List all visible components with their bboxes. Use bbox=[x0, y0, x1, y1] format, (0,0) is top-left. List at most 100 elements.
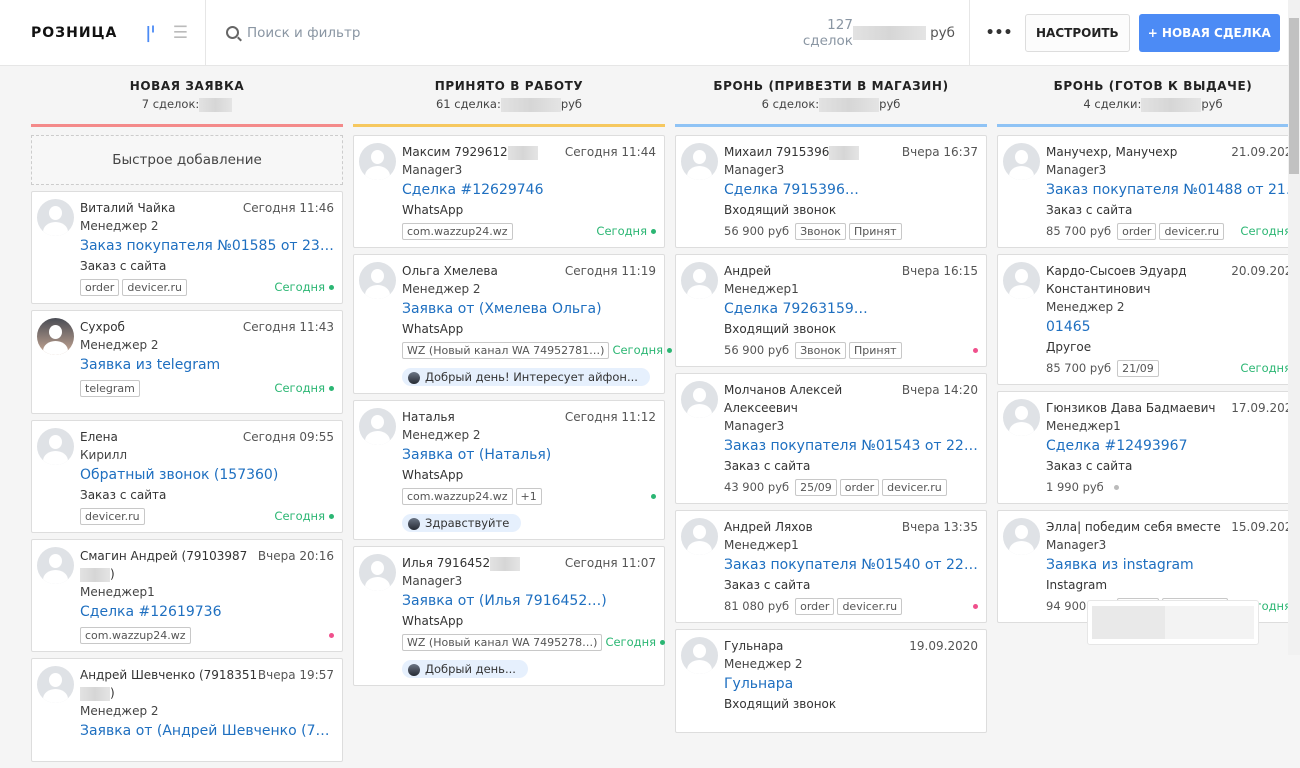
deal-card[interactable]: Андрей Ляхов Вчера 13:35 Менеджер1 Заказ по… bbox=[675, 510, 987, 623]
task-status[interactable]: Сегодня bbox=[612, 343, 673, 357]
contact-name[interactable]: Кардо-Сысоев Эдуард Константинович bbox=[1046, 262, 1231, 298]
tag[interactable]: WZ (Новый канал WA 74952781…) bbox=[402, 341, 610, 359]
tag[interactable]: order bbox=[795, 597, 835, 615]
new-deal-button[interactable]: + НОВАЯ СДЕЛКА bbox=[1138, 13, 1280, 52]
deal-title-link[interactable]: Заявка из instagram bbox=[1046, 554, 1300, 576]
contact-name[interactable]: Гюнзиков Дава Бадмаевич bbox=[1046, 399, 1216, 417]
tag[interactable]: 21/09 bbox=[1117, 359, 1159, 377]
deal-card[interactable]: Молчанов Алексей Алексеевич Вчера 14:20 Ma… bbox=[675, 373, 987, 504]
deal-title-link[interactable]: 01465 bbox=[1046, 316, 1300, 338]
contact-name[interactable]: Максим 7929612 bbox=[402, 143, 538, 161]
deal-card[interactable]: Елена Сегодня 09:55 Кирилл Обратный звонок … bbox=[31, 420, 343, 533]
task-status[interactable]: Сегодня bbox=[596, 224, 656, 238]
tag[interactable]: com.wazzup24.wz bbox=[402, 222, 513, 240]
deal-card[interactable]: Михаил 7915396 Вчера 16:37 Manager3 Сделка … bbox=[675, 135, 987, 248]
deal-card[interactable]: Ольга Хмелева Сегодня 11:19 Менеджер 2 Заяв… bbox=[353, 254, 673, 394]
task-status[interactable]: Сегодня bbox=[605, 635, 666, 649]
list-view-icon[interactable]: ☰ bbox=[173, 23, 188, 43]
tag[interactable]: order bbox=[839, 478, 880, 496]
deal-card[interactable]: Сухроб Сегодня 11:43 Менеджер 2 Заявка из t… bbox=[31, 310, 343, 414]
scrollbar[interactable] bbox=[1288, 0, 1300, 655]
search-input[interactable]: Поиск и фильтр bbox=[206, 25, 774, 41]
contact-name[interactable]: Манучехр, Манучехр bbox=[1046, 143, 1177, 161]
deal-card[interactable]: Виталий Чайка Сегодня 11:46 Менеджер 2 Зака… bbox=[31, 191, 343, 304]
tag[interactable]: devicer.ru bbox=[837, 597, 903, 615]
setup-button[interactable]: НАСТРОИТЬ bbox=[1025, 13, 1130, 52]
deal-title-link[interactable]: Заказ покупателя №01585 от 23.09.2020 bbox=[80, 235, 334, 257]
contact-name[interactable]: Виталий Чайка bbox=[80, 199, 175, 217]
scrollbar-thumb[interactable] bbox=[1289, 18, 1299, 174]
deal-title-link[interactable]: Заявка от (Илья 7916452…) bbox=[402, 590, 656, 612]
task-status[interactable] bbox=[969, 599, 978, 613]
deal-card[interactable]: Илья 7916452 Сегодня 11:07 Manager3 Заявка … bbox=[353, 546, 666, 686]
deal-card[interactable]: Гюнзиков Дава Бадмаевич 17.09.2020 Менедже… bbox=[997, 391, 1300, 504]
contact-name[interactable]: Илья 7916452 bbox=[402, 554, 521, 572]
contact-name[interactable]: Андрей Ляхов bbox=[724, 518, 813, 536]
kanban-view-icon[interactable]: |ˡ bbox=[145, 23, 154, 42]
deal-card[interactable]: Манучехр, Манучехр 21.09.2020 Manager3 Зака… bbox=[997, 135, 1300, 248]
tag[interactable]: Звонок bbox=[795, 222, 846, 240]
task-status[interactable]: Сегодня bbox=[274, 280, 334, 294]
tag[interactable]: devicer.ru bbox=[1159, 222, 1225, 240]
last-message[interactable]: Здравствуйте bbox=[402, 514, 522, 532]
deal-card[interactable]: Андрей Вчера 16:15 Менеджер1 Сделка 7926315… bbox=[675, 254, 987, 367]
pipeline-title[interactable]: РОЗНИЦА bbox=[31, 25, 117, 41]
deal-title-link[interactable]: Сделка 79263159… bbox=[724, 298, 978, 320]
deal-title-link[interactable]: Заявка от (Наталья) bbox=[402, 444, 656, 466]
deal-title-link[interactable]: Заказ покупателя №01488 от 21.09.2020 bbox=[1046, 179, 1300, 201]
deal-title-link[interactable]: Сделка #12493967 bbox=[1046, 435, 1300, 457]
deal-card[interactable]: Наталья Сегодня 11:12 Менеджер 2 Заявка от … bbox=[353, 400, 665, 540]
contact-name[interactable]: Андрей bbox=[724, 262, 771, 280]
deal-card[interactable]: Кардо-Сысоев Эдуард Константинович 20.09.… bbox=[997, 254, 1300, 385]
tag[interactable]: Принят bbox=[848, 222, 902, 240]
contact-name[interactable]: Елена bbox=[80, 428, 118, 446]
tag[interactable]: devicer.ru bbox=[882, 478, 947, 496]
deal-title-link[interactable]: Заявка из telegram bbox=[80, 354, 334, 376]
deal-card[interactable]: Андрей Шевченко (7918351) Вчера 19:57 Мене… bbox=[31, 658, 343, 762]
contact-name[interactable]: Андрей Шевченко (7918351) bbox=[80, 666, 258, 702]
deal-title-link[interactable]: Сделка #12619736 bbox=[80, 601, 334, 623]
more-menu-button[interactable]: ••• bbox=[984, 25, 1014, 41]
contact-name[interactable]: Сухроб bbox=[80, 318, 125, 336]
tag[interactable]: telegram bbox=[80, 379, 140, 397]
tag[interactable]: devicer.ru bbox=[122, 278, 187, 296]
tag[interactable]: +1 bbox=[515, 487, 542, 505]
quick-add-button[interactable]: Быстрое добавление bbox=[31, 135, 343, 185]
deal-title-link[interactable]: Заказ покупателя №01543 от 22.09.2020 bbox=[724, 435, 978, 457]
deal-card[interactable]: Максим 7929612 Сегодня 11:44 Manager3 Сделк… bbox=[353, 135, 665, 248]
task-status[interactable] bbox=[325, 628, 334, 642]
deal-title-link[interactable]: Гульнара bbox=[724, 673, 978, 695]
contact-name[interactable]: Михаил 7915396 bbox=[724, 143, 860, 161]
task-status[interactable]: Сегодня bbox=[274, 381, 334, 395]
tag[interactable]: order bbox=[1117, 222, 1157, 240]
tag[interactable]: order bbox=[80, 278, 120, 296]
last-message[interactable]: Добрый день! Интересует айфон... bbox=[402, 368, 650, 386]
tag[interactable]: 25/09 bbox=[795, 478, 837, 496]
contact-name[interactable]: Наталья bbox=[402, 408, 455, 426]
task-status[interactable] bbox=[647, 489, 656, 503]
tag[interactable]: com.wazzup24.wz bbox=[402, 487, 513, 505]
deal-source: Заказ с сайта bbox=[80, 259, 167, 273]
deal-card[interactable]: Гульнара 19.09.2020 Менеджер 2 Гульнара Вход… bbox=[675, 629, 987, 733]
task-status[interactable] bbox=[969, 343, 978, 357]
deal-title-link[interactable]: Заказ покупателя №01540 от 22.09.2020 bbox=[724, 554, 978, 576]
tag[interactable]: Звонок bbox=[795, 341, 846, 359]
tag[interactable]: devicer.ru bbox=[80, 507, 145, 525]
tag[interactable]: WZ (Новый канал WA 7495278…) bbox=[402, 633, 603, 651]
floating-panel[interactable] bbox=[1087, 600, 1259, 645]
deal-title-link[interactable]: Заявка от (Андрей Шевченко (79183 bbox=[80, 720, 334, 742]
deal-card[interactable]: Смагин Андрей (79103987) Вчера 20:16 Менед… bbox=[31, 539, 343, 652]
contact-name[interactable]: Ольга Хмелева bbox=[402, 262, 498, 280]
deal-title-link[interactable]: Обратный звонок (157360) bbox=[80, 464, 334, 486]
tag[interactable]: Принят bbox=[848, 341, 902, 359]
contact-name[interactable]: Элла| победим себя вместе bbox=[1046, 518, 1221, 536]
tag[interactable]: com.wazzup24.wz bbox=[80, 626, 191, 644]
deal-title-link[interactable]: Сделка 7915396… bbox=[724, 179, 978, 201]
last-message[interactable]: Добрый день... bbox=[402, 660, 528, 678]
task-status[interactable]: Сегодня bbox=[274, 509, 334, 523]
deal-title-link[interactable]: Заявка от (Хмелева Ольга) bbox=[402, 298, 656, 320]
contact-name[interactable]: Гульнара bbox=[724, 637, 783, 655]
contact-name[interactable]: Смагин Андрей (79103987) bbox=[80, 547, 258, 583]
contact-name[interactable]: Молчанов Алексей Алексеевич bbox=[724, 381, 902, 417]
deal-title-link[interactable]: Сделка #12629746 bbox=[402, 179, 656, 201]
